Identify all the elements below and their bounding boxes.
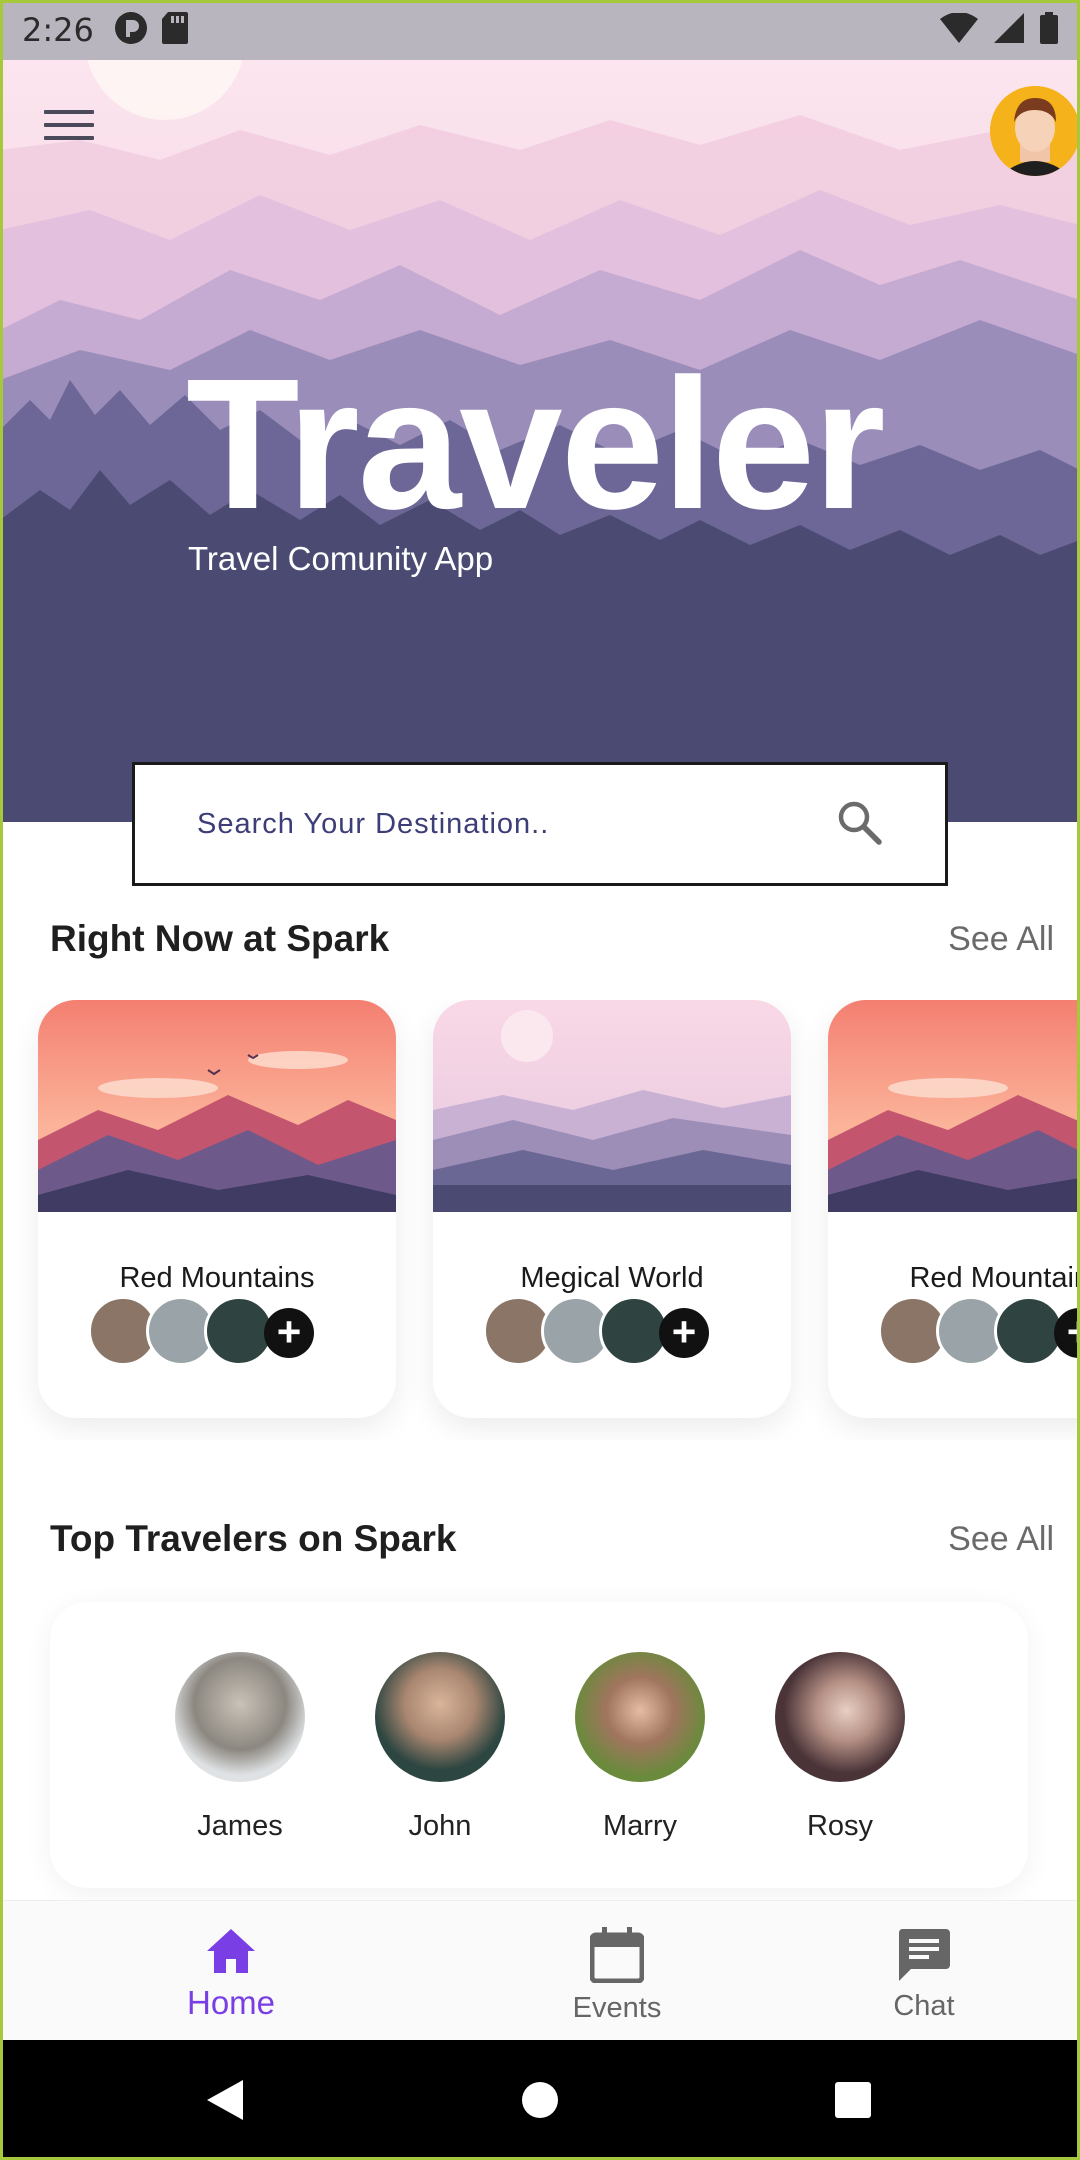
back-icon[interactable] — [180, 2040, 270, 2160]
recents-icon[interactable] — [808, 2040, 898, 2160]
destination-card[interactable]: Megical World + — [433, 1000, 791, 1418]
bottom-navigation: Home Events Chat — [0, 1900, 1080, 2040]
status-time: 2:26 — [22, 11, 94, 49]
participants-avatars: + — [88, 1296, 348, 1366]
nav-events-label: Events — [572, 1992, 662, 2024]
search-bar[interactable] — [132, 762, 948, 886]
profile-avatar[interactable] — [990, 86, 1080, 176]
cellular-signal-icon — [994, 12, 1024, 48]
wifi-icon — [940, 11, 978, 48]
section-title-right-now: Right Now at Spark — [50, 918, 390, 959]
hero-banner: Traveler Travel Comunity App — [0, 0, 1080, 822]
traveler-item[interactable]: John — [370, 1652, 510, 1843]
see-all-travelers-link[interactable]: See All — [948, 1520, 1054, 1559]
sunset-mountains-image — [38, 1000, 396, 1212]
card-title: Red Mountains — [909, 1262, 1080, 1294]
search-input[interactable] — [197, 807, 817, 841]
home-circle-icon[interactable] — [495, 2040, 585, 2160]
traveler-item[interactable]: James — [170, 1652, 310, 1843]
nav-chat-label: Chat — [893, 1990, 955, 2022]
sunset-mountains-image — [828, 1000, 1080, 1212]
calendar-icon — [589, 1927, 645, 1984]
nav-chat[interactable]: Chat — [824, 1927, 1024, 2023]
traveler-avatar — [575, 1652, 705, 1782]
destination-card[interactable]: Red Mountains + — [828, 1000, 1080, 1418]
traveler-avatar — [775, 1652, 905, 1782]
traveler-name: John — [408, 1810, 472, 1842]
home-icon — [207, 1929, 255, 1973]
add-participant-button[interactable]: + — [659, 1308, 709, 1358]
destination-carousel[interactable]: Red Mountains + Megical World + Red Moun… — [0, 1000, 1080, 1440]
traveler-name: Marry — [602, 1810, 678, 1842]
see-all-right-now-link[interactable]: See All — [948, 920, 1054, 959]
pocket-casts-icon — [114, 11, 148, 50]
add-participant-button[interactable]: + — [264, 1308, 314, 1358]
misty-mountains-image — [433, 1000, 791, 1212]
participants-avatars: + — [483, 1296, 743, 1366]
traveler-item[interactable]: Rosy — [770, 1652, 910, 1843]
section-title-top-travelers: Top Travelers on Spark — [50, 1518, 457, 1559]
avatar-illustration — [990, 86, 1080, 176]
hamburger-menu-icon[interactable] — [44, 110, 94, 150]
app-subtitle: Travel Comunity App — [188, 540, 494, 577]
nav-home[interactable]: Home — [131, 1927, 331, 2022]
card-title: Megical World — [520, 1262, 704, 1294]
participants-avatars: + — [878, 1296, 1080, 1366]
traveler-name: Rosy — [806, 1810, 874, 1842]
top-travelers-list: James John Marry Rosy — [50, 1602, 1028, 1888]
destination-card[interactable]: Red Mountains + — [38, 1000, 396, 1418]
system-navigation-bar — [0, 2040, 1080, 2160]
search-icon[interactable] — [835, 798, 883, 851]
battery-icon — [1040, 11, 1058, 49]
traveler-item[interactable]: Marry — [570, 1652, 710, 1843]
traveler-avatar — [375, 1652, 505, 1782]
sd-card-icon — [161, 11, 188, 49]
traveler-name: James — [197, 1810, 283, 1842]
app-title: Traveler — [186, 341, 886, 548]
nav-home-label: Home — [186, 1984, 276, 2021]
chat-icon — [898, 1929, 950, 1981]
card-title: Red Mountains — [119, 1262, 315, 1294]
traveler-avatar — [175, 1652, 305, 1782]
status-bar: 2:26 — [0, 0, 1080, 60]
nav-events[interactable]: Events — [517, 1927, 717, 2025]
